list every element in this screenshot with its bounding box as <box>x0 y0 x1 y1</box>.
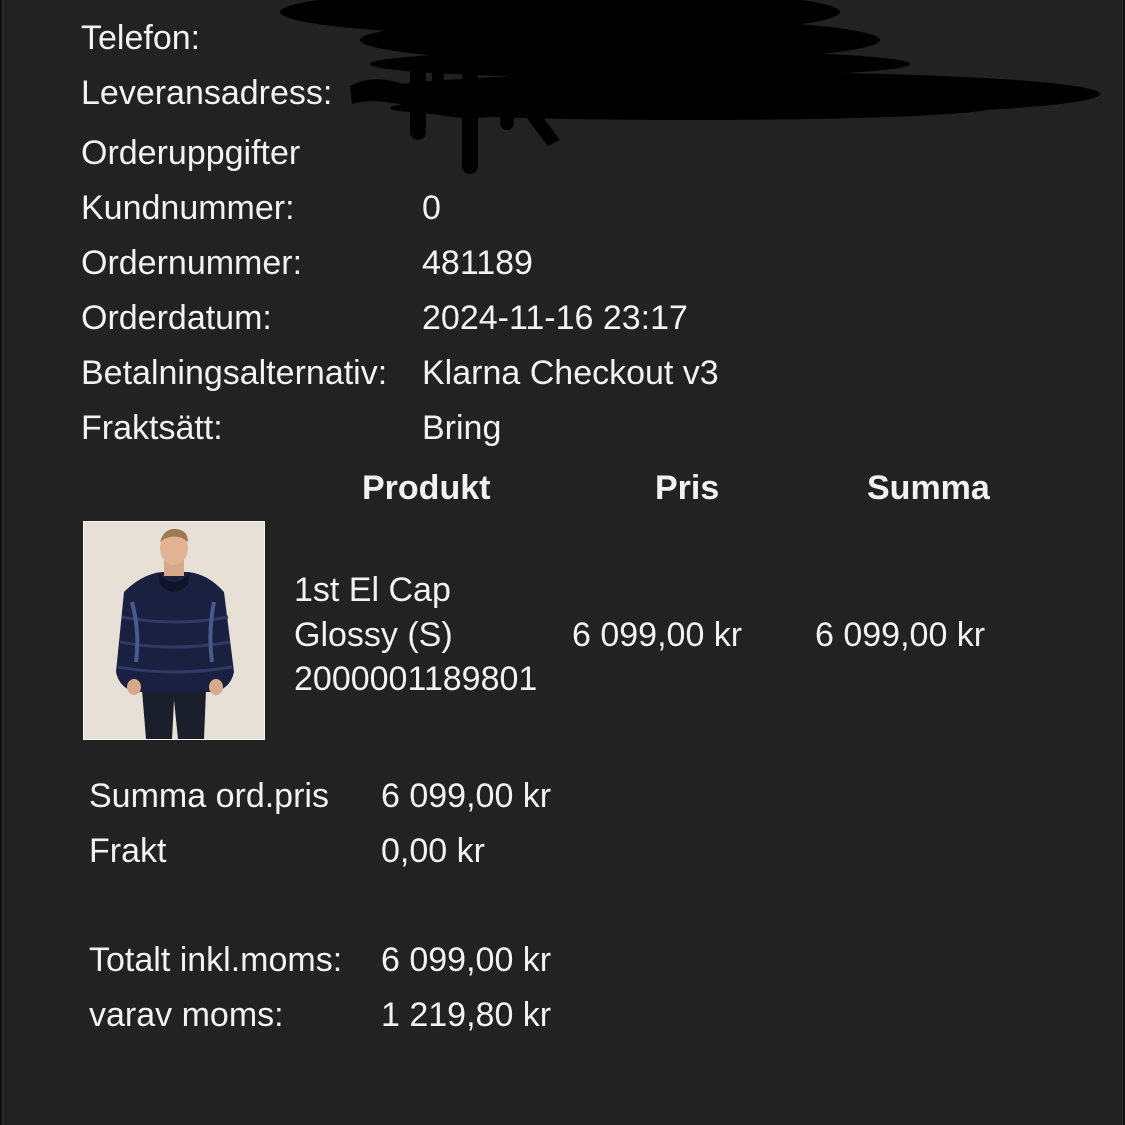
payment-method-label: Betalningsalternativ: <box>81 354 388 392</box>
order-date-label: Orderdatum: <box>81 299 272 337</box>
order-price-sum-label: Summa ord.pris <box>89 777 329 815</box>
total-incl-vat-value: 6 099,00 kr <box>381 941 552 979</box>
product-image[interactable] <box>83 521 265 740</box>
product-name-line1: 1st El Cap <box>294 571 451 609</box>
shipping-cost-label: Frakt <box>89 832 167 870</box>
column-header-price: Pris <box>655 469 720 507</box>
payment-method-value: Klarna Checkout v3 <box>422 354 719 392</box>
total-incl-vat-label: Totalt inkl.moms: <box>89 941 343 979</box>
screen: Telefon: Leveransadress: Orderuppgifter … <box>0 0 1125 1125</box>
order-confirmation-panel: Telefon: Leveransadress: Orderuppgifter … <box>2 0 1123 1125</box>
jacket-photo-icon <box>84 522 264 739</box>
order-number-label: Ordernummer: <box>81 244 303 282</box>
column-header-sum: Summa <box>867 469 990 507</box>
product-sku: 2000001189801 <box>294 660 538 698</box>
shipping-cost-value: 0,00 kr <box>381 832 485 870</box>
phone-label: Telefon: <box>81 19 201 57</box>
vat-amount-value: 1 219,80 kr <box>381 996 552 1034</box>
product-price: 6 099,00 kr <box>572 616 743 654</box>
order-price-sum-value: 6 099,00 kr <box>381 777 552 815</box>
address-label: Leveransadress: <box>81 74 333 112</box>
customer-number-label: Kundnummer: <box>81 189 295 227</box>
order-details-heading: Orderuppgifter <box>81 134 301 172</box>
product-name-line2: Glossy (S) <box>294 616 453 654</box>
customer-number-value: 0 <box>422 189 441 227</box>
shipping-method-label: Fraktsätt: <box>81 409 223 447</box>
vat-amount-label: varav moms: <box>89 996 284 1034</box>
shipping-method-value: Bring <box>422 409 502 447</box>
column-header-product: Produkt <box>362 469 491 507</box>
product-sum: 6 099,00 kr <box>815 616 986 654</box>
order-number-value: 481189 <box>422 244 533 282</box>
order-date-value: 2024-11-16 23:17 <box>422 299 688 337</box>
